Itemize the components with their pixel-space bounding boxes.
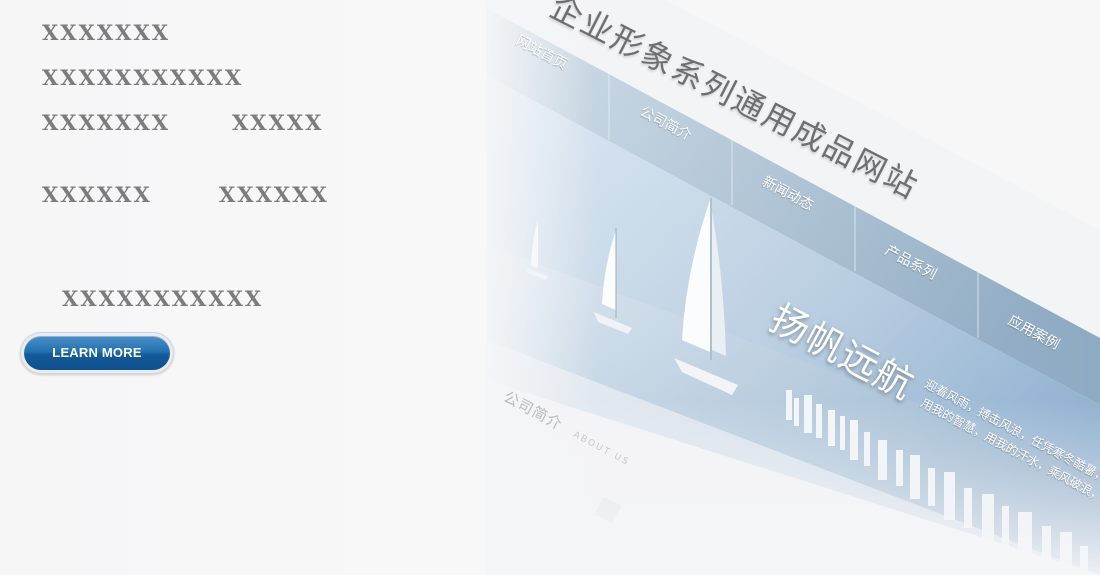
mockup-surface: 企业形象系列通用成品网站 网站首页 公司简介 新闻动态 产品系列 应用案例 扬帆…: [486, 0, 1100, 575]
placeholder-text-1: XXXXXXX: [42, 20, 171, 45]
placeholder-text-5: XXXXXXXXXXX: [62, 286, 264, 311]
placeholder-text-4a: XXXXXX: [42, 182, 152, 207]
placeholder-text-3b: XXXXX: [232, 110, 324, 135]
page: XXXXXXX XXXXXXXXXXX XXXXXXX XXXXX XXXXXX…: [0, 0, 1100, 575]
placeholder-text-3a: XXXXXXX: [42, 110, 171, 135]
learn-more-button[interactable]: LEARN MORE: [20, 332, 174, 374]
placeholder-text-2: XXXXXXXXXXX: [42, 65, 244, 90]
placeholder-text-4b: XXXXXX: [219, 182, 329, 207]
learn-more-button-label: LEARN MORE: [24, 336, 170, 370]
website-mockup: 企业形象系列通用成品网站 网站首页 公司简介 新闻动态 产品系列 应用案例 扬帆…: [486, 0, 1100, 575]
mockup-graphics: [486, 0, 1100, 575]
